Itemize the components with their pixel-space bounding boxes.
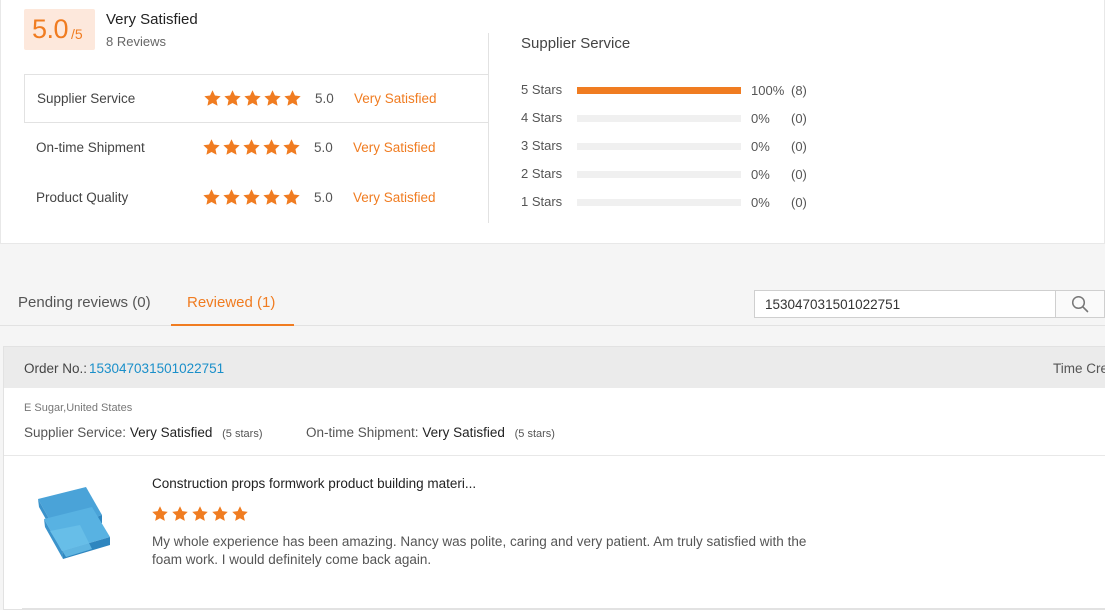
- order-search: [754, 290, 1105, 318]
- order-number-label: Order No.:: [24, 361, 88, 376]
- star-icon: [223, 89, 242, 108]
- metric-rating-label: Very Satisfied: [354, 91, 437, 106]
- tab-pending-reviews[interactable]: Pending reviews (0): [18, 294, 151, 311]
- distribution-percent: 0%: [751, 139, 770, 154]
- supplier-service-label: Supplier Service:: [24, 425, 127, 440]
- distribution-count: (0): [791, 167, 807, 182]
- on-time-shipment-rating: On-time Shipment: Very Satisfied (5 star…: [306, 425, 555, 440]
- metric-name: Supplier Service: [37, 91, 136, 106]
- overall-score: 5.0: [32, 14, 69, 44]
- overall-rating-label: Very Satisfied: [106, 11, 198, 28]
- metric-stars: [202, 138, 302, 157]
- distribution-row-5: 5 Stars 100% (8): [521, 82, 821, 98]
- star-icon: [202, 138, 221, 157]
- metric-score: 5.0: [315, 91, 334, 106]
- star-icon: [203, 89, 222, 108]
- product-image[interactable]: [30, 485, 120, 567]
- distribution-percent: 0%: [751, 167, 770, 182]
- star-icon: [283, 89, 302, 108]
- metric-name: On-time Shipment: [36, 140, 145, 155]
- metric-stars: [202, 188, 302, 207]
- card-divider: [4, 455, 1105, 456]
- star-icon: [222, 138, 241, 157]
- star-icon: [243, 89, 262, 108]
- distribution-percent: 0%: [751, 195, 770, 210]
- search-input[interactable]: [755, 291, 1055, 317]
- search-button[interactable]: [1055, 291, 1104, 317]
- distribution-bar-track: [577, 171, 741, 178]
- distribution-percent: 100%: [751, 83, 785, 98]
- supplier-service-value: Very Satisfied: [129, 425, 213, 440]
- metric-rating-label: Very Satisfied: [353, 190, 436, 205]
- on-time-shipment-stars: (5 stars): [514, 428, 555, 440]
- order-review-card: Order No.: 153047031501022751 Time Cre E…: [3, 346, 1105, 610]
- buyer-info: E Sugar,United States: [24, 402, 133, 414]
- distribution-label: 2 Stars: [521, 166, 563, 181]
- star-icon: [242, 188, 261, 207]
- star-icon: [202, 188, 221, 207]
- metric-rating-label: Very Satisfied: [353, 140, 436, 155]
- distribution-bar-track: [577, 87, 741, 94]
- distribution-bar-track: [577, 199, 741, 206]
- distribution-row-3: 3 Stars 0% (0): [521, 138, 821, 154]
- product-title-link[interactable]: Construction props formwork product buil…: [152, 476, 476, 491]
- order-header: Order No.: 153047031501022751 Time Cre: [4, 347, 1105, 388]
- review-text: My whole experience has been amazing. Na…: [152, 534, 807, 567]
- reviews-count: 8 Reviews: [106, 34, 166, 49]
- review-stars: [151, 505, 251, 523]
- star-icon: [171, 505, 189, 523]
- overall-score-max: /5: [71, 26, 83, 42]
- metric-score: 5.0: [314, 190, 333, 205]
- metric-stars: [203, 89, 303, 108]
- star-icon: [263, 89, 282, 108]
- tab-reviewed[interactable]: Reviewed (1): [187, 294, 275, 311]
- overall-score-badge: 5.0 /5: [24, 9, 95, 50]
- distribution-percent: 0%: [751, 111, 770, 126]
- distribution-count: (0): [791, 195, 807, 210]
- search-icon: [1071, 295, 1089, 313]
- distribution-bar-track: [577, 143, 741, 150]
- metric-score: 5.0: [314, 140, 333, 155]
- order-number-link[interactable]: 153047031501022751: [89, 361, 224, 376]
- distribution-bar-fill: [577, 87, 741, 94]
- distribution-label: 3 Stars: [521, 138, 563, 153]
- star-icon: [282, 138, 301, 157]
- on-time-shipment-value: Very Satisfied: [422, 425, 505, 440]
- distribution-count: (8): [791, 83, 807, 98]
- distribution-label: 1 Stars: [521, 194, 563, 209]
- card-bottom-divider: [22, 608, 1105, 609]
- star-icon: [222, 188, 241, 207]
- distribution-title: Supplier Service: [521, 35, 631, 52]
- distribution-row-1: 1 Stars 0% (0): [521, 194, 821, 210]
- star-icon: [151, 505, 169, 523]
- on-time-shipment-label: On-time Shipment:: [306, 425, 419, 440]
- metric-name: Product Quality: [36, 190, 129, 205]
- star-icon: [242, 138, 261, 157]
- distribution-row-2: 2 Stars 0% (0): [521, 166, 821, 182]
- star-icon: [211, 505, 229, 523]
- distribution-bar-track: [577, 115, 741, 122]
- distribution-label: 4 Stars: [521, 110, 563, 125]
- distribution-count: (0): [791, 111, 807, 126]
- star-icon: [191, 505, 209, 523]
- distribution-label: 5 Stars: [521, 82, 563, 97]
- metric-row-on-time-shipment[interactable]: On-time Shipment 5.0 Very Satisfied: [24, 124, 489, 173]
- star-icon: [262, 188, 281, 207]
- star-icon: [231, 505, 249, 523]
- star-icon: [282, 188, 301, 207]
- distribution-count: (0): [791, 139, 807, 154]
- time-created-label: Time Cre: [1053, 361, 1105, 376]
- metric-row-supplier-service[interactable]: Supplier Service 5.0 Very Satisfied: [24, 74, 489, 123]
- active-tab-indicator: [171, 324, 294, 326]
- supplier-service-stars: (5 stars): [222, 428, 263, 440]
- metric-row-product-quality[interactable]: Product Quality 5.0 Very Satisfied: [24, 174, 489, 223]
- distribution-row-4: 4 Stars 0% (0): [521, 110, 821, 126]
- rating-summary-panel: 5.0 /5 Very Satisfied 8 Reviews Supplier…: [0, 0, 1105, 244]
- supplier-service-rating: Supplier Service: Very Satisfied (5 star…: [24, 425, 262, 440]
- star-icon: [262, 138, 281, 157]
